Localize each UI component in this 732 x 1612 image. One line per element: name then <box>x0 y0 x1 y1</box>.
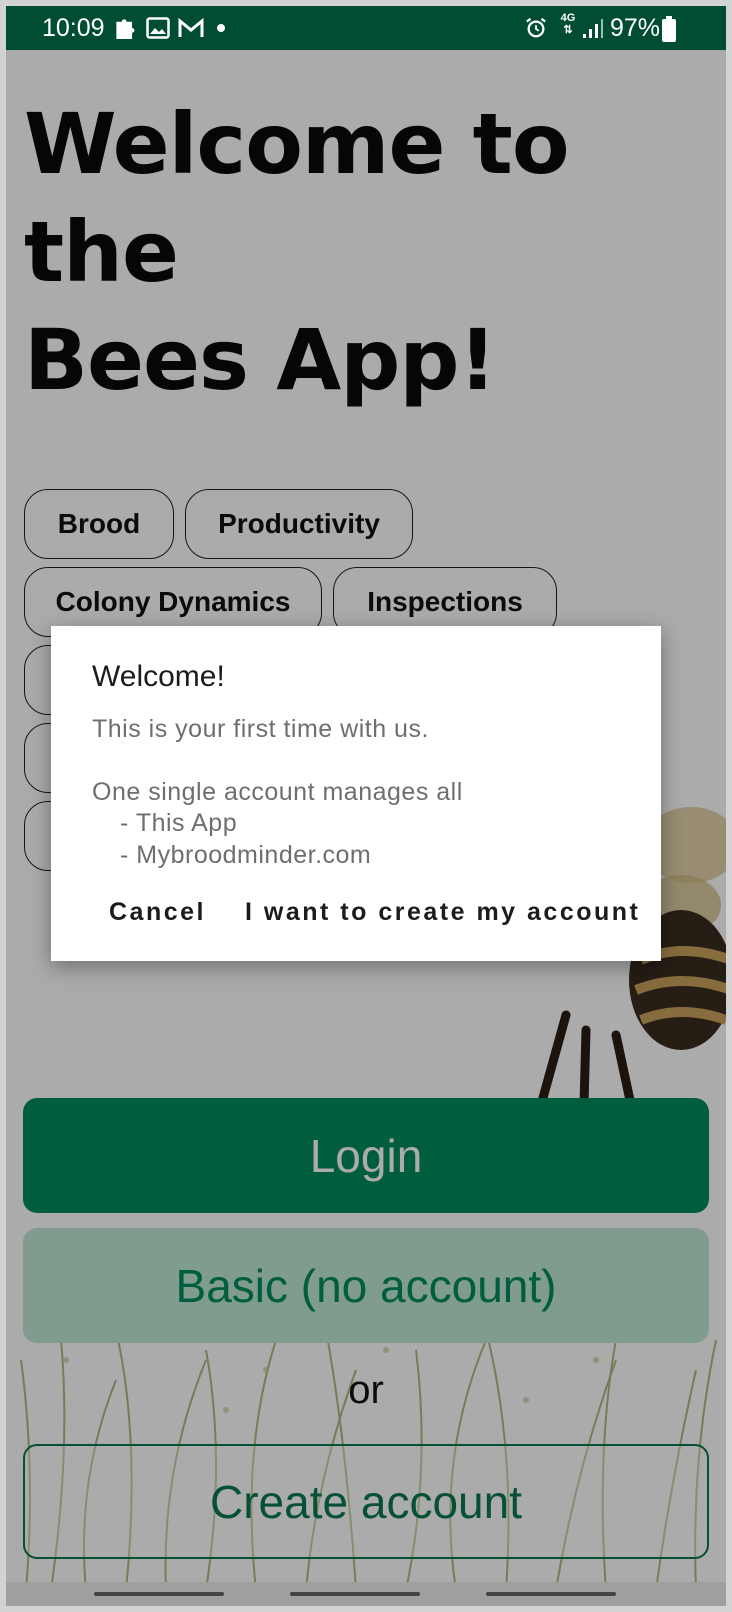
alarm-icon <box>526 17 546 38</box>
create-my-account-button[interactable]: I want to create my account <box>245 898 640 927</box>
dialog-line-single-account: One single account manages all <box>92 777 463 806</box>
dialog-bullet-app: - This App <box>120 809 238 837</box>
dialog-title: Welcome! <box>92 660 225 693</box>
signal-icon <box>583 19 603 38</box>
dot-icon <box>217 24 225 32</box>
dialog-bullet-site: - Mybroodminder.com <box>120 840 372 869</box>
welcome-dialog: Welcome! This is your first time with us… <box>51 626 661 961</box>
app-screen: 10:09 4G ⇅ 97% Welcome to the Bees App! … <box>6 6 726 1606</box>
network-4g-icon: 4G ⇅ <box>560 12 576 36</box>
puzzle-icon <box>116 19 135 39</box>
dialog-line-first-time: This is your first time with us. <box>92 715 429 743</box>
dialog-message: This is your first time with us. One sin… <box>92 714 463 871</box>
image-icon <box>146 17 170 39</box>
status-time: 10:09 <box>42 14 105 42</box>
battery-icon <box>662 16 676 42</box>
cancel-button[interactable]: Cancel <box>109 898 206 927</box>
gmail-icon <box>178 17 204 37</box>
battery-percent: 97% <box>610 14 661 42</box>
status-bar: 10:09 4G ⇅ 97% <box>6 6 726 50</box>
